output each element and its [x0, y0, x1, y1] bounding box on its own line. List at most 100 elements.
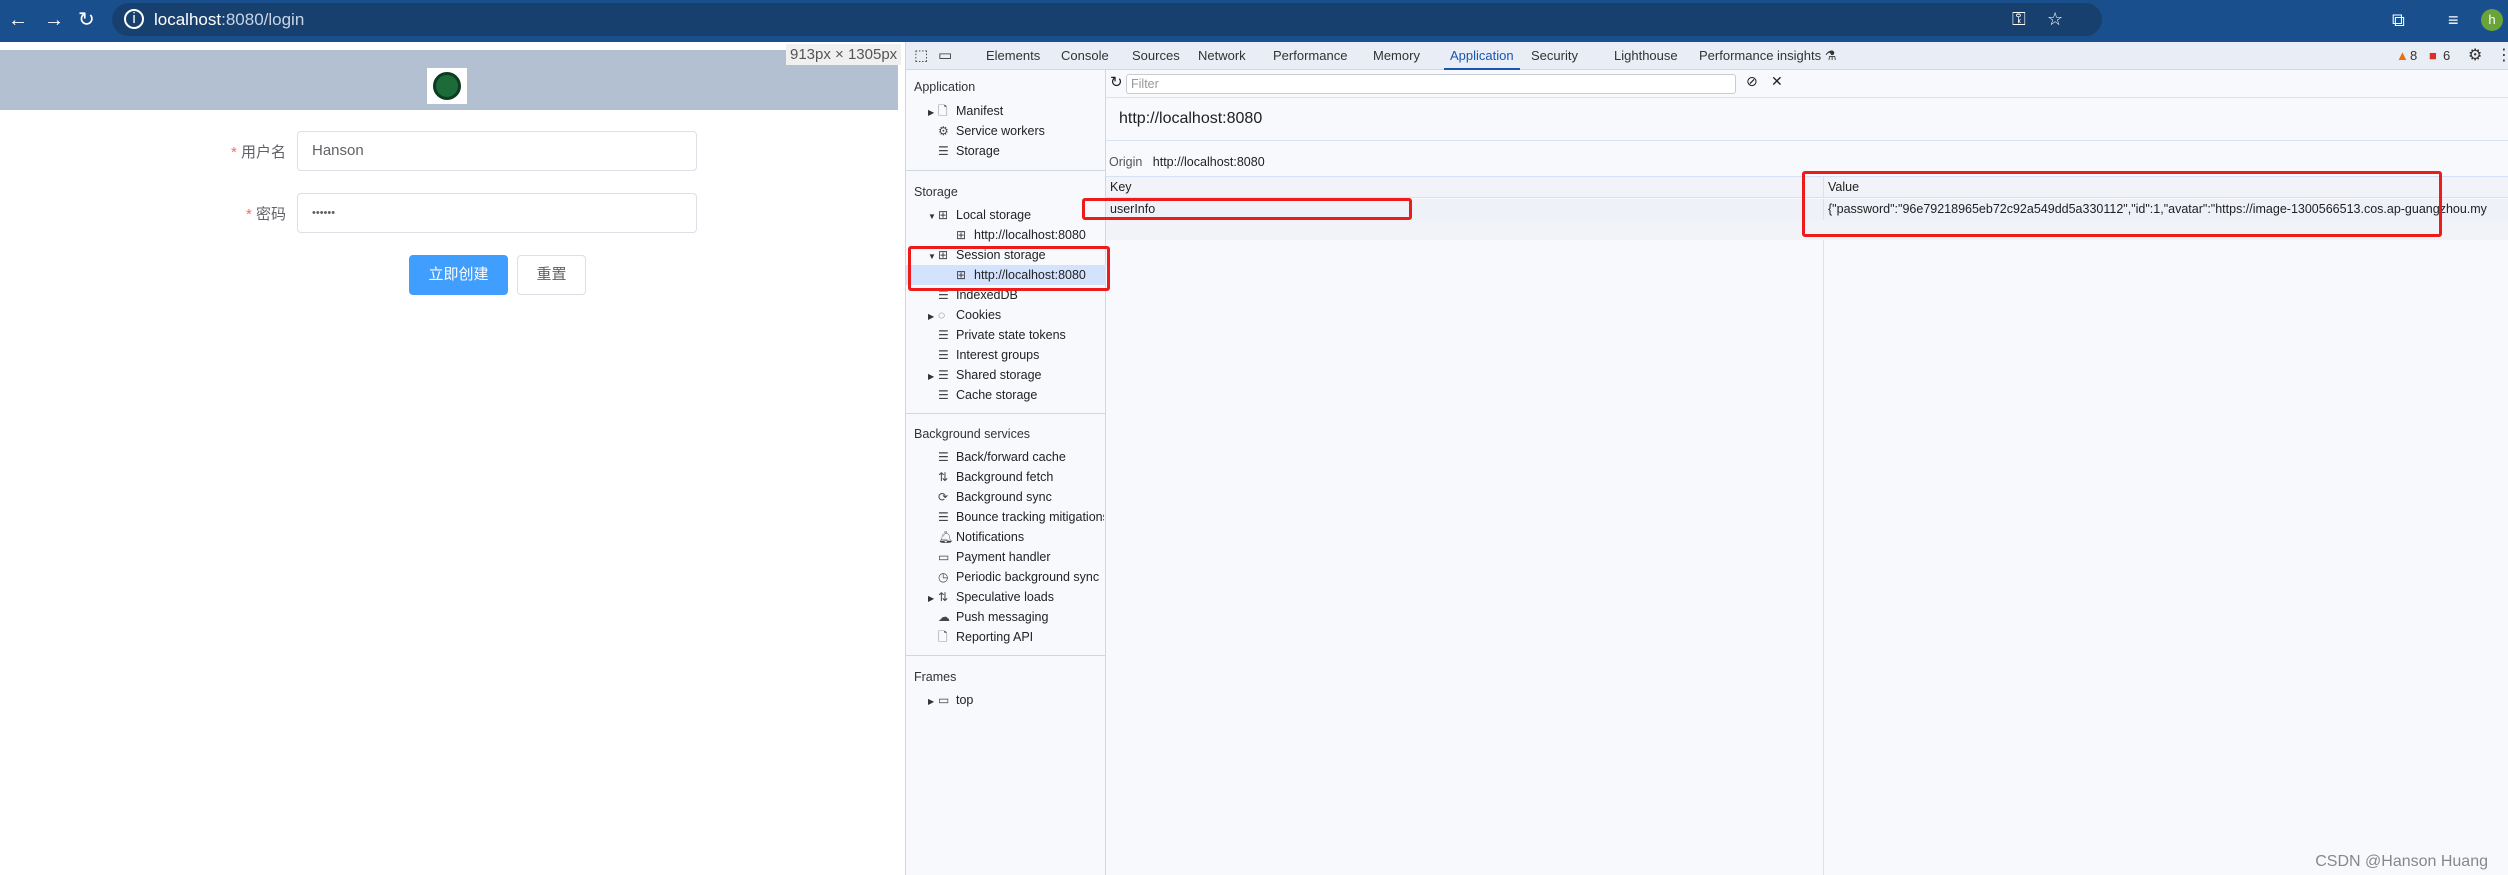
highlight-box-key	[1082, 198, 1412, 220]
collapse-arrow-icon[interactable]: ▼	[928, 207, 938, 225]
divider	[1106, 97, 2508, 98]
sidebar-item-cache-storage[interactable]: ☰ Cache storage	[928, 385, 1104, 405]
sidebar-item-manifest[interactable]: ▶ 🗋 Manifest	[928, 101, 1104, 121]
divider	[906, 655, 1106, 656]
forward-icon[interactable]: →	[44, 8, 64, 32]
frame-icon: ▭	[938, 693, 950, 707]
sidebar-item-payment-handler[interactable]: ▭ Payment handler	[928, 547, 1104, 567]
cookie-icon: ◌	[938, 308, 946, 322]
key-icon[interactable]: ⚿	[2012, 9, 2026, 29]
column-header-key[interactable]: Key	[1106, 177, 1823, 198]
tab-network[interactable]: Network	[1198, 42, 1246, 70]
database-icon: ☰	[938, 450, 949, 464]
devtools-tabbar: ⬚ ▭ Elements Console Sources Network Per…	[906, 42, 2508, 70]
back-icon[interactable]: ←	[8, 8, 28, 32]
card-icon: ▭	[938, 550, 950, 564]
sidebar-item-back-forward-cache[interactable]: ☰ Back/forward cache	[928, 447, 1104, 467]
application-sidebar: Application ▶ 🗋 Manifest ⚙ Service workers …	[906, 70, 1106, 875]
sidebar-item-interest-groups[interactable]: ☰ Interest groups	[928, 345, 1104, 365]
tab-performance-insights[interactable]: Performance insights ⚗	[1699, 42, 1836, 70]
filter-input[interactable]: Filter	[1126, 74, 1736, 94]
tab-memory[interactable]: Memory	[1373, 42, 1420, 70]
device-toolbar-icon[interactable]: ▭	[938, 42, 952, 70]
gear-icon[interactable]: ⚙	[2468, 42, 2482, 70]
divider	[906, 413, 1106, 414]
tab-console[interactable]: Console	[1061, 42, 1109, 70]
starbucks-logo	[427, 68, 467, 104]
sidebar-item-background-sync[interactable]: ⟳ Background sync	[928, 487, 1104, 507]
warning-icon[interactable]: ▲	[2396, 42, 2409, 70]
star-icon[interactable]: ☆	[2047, 9, 2063, 29]
sidebar-item-push-messaging[interactable]: ☁ Push messaging	[928, 607, 1104, 627]
delete-selected-icon[interactable]: ✕	[1771, 73, 1783, 90]
password-label: * 密码	[245, 206, 286, 223]
viewport-size-label: 913px × 1305px	[786, 44, 902, 65]
refresh-icon[interactable]: ↻	[1110, 73, 1123, 91]
sidebar-item-speculative-loads[interactable]: ▶ ⇅ Speculative loads	[928, 587, 1104, 607]
reset-button[interactable]: 重置	[517, 255, 586, 295]
username-input[interactable]: Hanson	[297, 131, 697, 171]
extensions-icon[interactable]: ⧉	[2392, 10, 2405, 30]
media-icon[interactable]: ≡	[2448, 10, 2459, 30]
sidebar-item-private-state-tokens[interactable]: ☰ Private state tokens	[928, 325, 1104, 345]
warnings-count[interactable]: 8	[2410, 42, 2417, 70]
info-icon[interactable]: i	[124, 9, 144, 29]
sidebar-item-bounce-tracking[interactable]: ☰ Bounce tracking mitigations	[928, 507, 1104, 527]
file-icon: 🗋	[938, 630, 948, 644]
up-down-arrows-icon: ⇅	[938, 470, 949, 484]
section-heading-storage: Storage	[914, 185, 958, 199]
section-heading-frames: Frames	[914, 670, 957, 684]
flask-icon: ⚗	[1824, 48, 1837, 63]
sidebar-item-local-storage[interactable]: ▼ ⊞ Local storage	[928, 205, 1104, 225]
origin-row: Origin http://localhost:8080	[1109, 155, 1265, 169]
url-text[interactable]: localhost:8080/login	[154, 10, 304, 30]
database-icon: ☰	[938, 348, 949, 362]
tab-security[interactable]: Security	[1531, 42, 1578, 70]
sidebar-item-background-fetch[interactable]: ⇅ Background fetch	[928, 467, 1104, 487]
table-icon: ⊞	[956, 228, 967, 242]
address-bar[interactable]: i localhost:8080/login ⚿ ☆	[112, 3, 2102, 36]
sidebar-item-service-workers[interactable]: ⚙ Service workers	[928, 121, 1104, 141]
more-icon[interactable]: ⋮	[2496, 42, 2508, 70]
sidebar-item-notifications[interactable]: 🔔︎ Notifications	[928, 527, 1104, 547]
sidebar-item-storage[interactable]: ☰ Storage	[928, 141, 1104, 161]
database-icon: ☰	[938, 328, 949, 342]
inspect-element-icon[interactable]: ⬚	[914, 42, 928, 70]
tab-sources[interactable]: Sources	[1132, 42, 1180, 70]
database-icon: ☰	[938, 368, 949, 382]
expand-arrow-icon[interactable]: ▶	[928, 692, 938, 710]
expand-arrow-icon[interactable]: ▶	[928, 103, 938, 121]
database-icon: ☰	[938, 144, 949, 158]
watermark: CSDN @Hanson Huang	[2315, 853, 2488, 870]
clear-all-icon[interactable]: ⊘	[1746, 73, 1758, 90]
sidebar-item-frame-top[interactable]: ▶ ▭ top	[928, 690, 1104, 710]
error-icon[interactable]: ■	[2429, 42, 2437, 70]
tab-lighthouse[interactable]: Lighthouse	[1614, 42, 1678, 70]
browser-toolbar: ← → ↻ i localhost:8080/login ⚿ ☆ ⧉ ≡ h	[0, 0, 2508, 42]
expand-arrow-icon[interactable]: ▶	[928, 367, 938, 385]
profile-avatar[interactable]: h	[2481, 9, 2503, 31]
expand-arrow-icon[interactable]: ▶	[928, 589, 938, 607]
reload-icon[interactable]: ↻	[78, 8, 95, 32]
cloud-icon: ☁	[938, 610, 950, 624]
errors-count[interactable]: 6	[2443, 42, 2450, 70]
tab-performance[interactable]: Performance	[1273, 42, 1347, 70]
bell-icon: 🔔︎	[938, 530, 954, 544]
column-divider	[1823, 240, 1824, 875]
tab-elements[interactable]: Elements	[986, 42, 1040, 70]
password-input[interactable]: ••••••	[297, 193, 697, 233]
devtools-panel: ⬚ ▭ Elements Console Sources Network Per…	[905, 42, 2508, 875]
tab-application[interactable]: Application	[1444, 42, 1520, 70]
sidebar-item-periodic-background-sync[interactable]: ◷ Periodic background sync	[928, 567, 1104, 587]
sidebar-item-reporting-api[interactable]: 🗋 Reporting API	[928, 627, 1104, 647]
clock-icon: ◷	[938, 570, 949, 584]
page-viewport: 913px × 1305px * 用户名 Hanson * 密码 •••••• …	[0, 42, 905, 875]
sidebar-item-shared-storage[interactable]: ▶ ☰ Shared storage	[928, 365, 1104, 385]
file-icon: 🗋	[938, 104, 948, 118]
up-down-arrows-icon: ⇅	[938, 590, 949, 604]
expand-arrow-icon[interactable]: ▶	[928, 307, 938, 325]
sidebar-item-cookies[interactable]: ▶ ◌ Cookies	[928, 305, 1104, 325]
divider	[906, 170, 1106, 171]
submit-button[interactable]: 立即创建	[409, 255, 508, 295]
sidebar-item-local-storage-origin[interactable]: ⊞ http://localhost:8080	[928, 225, 1104, 245]
